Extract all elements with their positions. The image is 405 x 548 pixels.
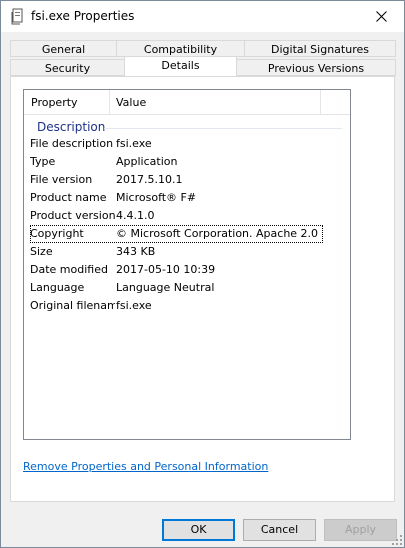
apply-button[interactable]: Apply — [324, 519, 397, 541]
tab-details[interactable]: Details — [124, 56, 237, 76]
list-item[interactable]: Date modified 2017-05-10 10:39 — [30, 261, 323, 279]
tab-compatibility[interactable]: Compatibility — [116, 40, 245, 57]
list-item[interactable]: File version 2017.5.10.1 — [30, 171, 323, 189]
details-list[interactable]: Property Value Description File descript… — [23, 89, 351, 440]
list-item[interactable]: File description fsi.exe — [30, 135, 323, 153]
list-item[interactable]: Size 343 KB — [30, 243, 323, 261]
property-value: © Microsoft Corporation. Apache 2.0 Li..… — [116, 227, 321, 240]
property-key: Product name — [30, 191, 107, 204]
list-item[interactable]: Language Language Neutral — [30, 279, 323, 297]
property-key: File version — [30, 173, 93, 186]
list-item[interactable]: Original filename fsi.exe — [30, 297, 323, 315]
dialog-body: General Compatibility Digital Signatures… — [1, 32, 404, 547]
property-value: Microsoft® F# — [116, 191, 197, 204]
property-key: File description — [30, 137, 114, 150]
property-value: 343 KB — [116, 245, 156, 258]
details-panel: Property Value Description File descript… — [10, 76, 395, 502]
property-value: Language Neutral — [116, 281, 215, 294]
property-value: 2017-05-10 10:39 — [116, 263, 216, 276]
property-key: Copyright — [30, 227, 84, 240]
cancel-button[interactable]: Cancel — [243, 519, 316, 541]
tab-previous-versions[interactable]: Previous Versions — [236, 59, 396, 76]
close-button[interactable] — [358, 1, 404, 32]
column-divider[interactable] — [320, 90, 321, 114]
property-value: fsi.exe — [116, 299, 152, 312]
list-item[interactable]: Product name Microsoft® F# — [30, 189, 323, 207]
tab-security[interactable]: Security — [10, 59, 125, 76]
property-key: Language — [30, 281, 85, 294]
resize-grip-icon[interactable] — [392, 535, 402, 545]
list-header: Property Value — [24, 90, 350, 115]
tab-digital-signatures[interactable]: Digital Signatures — [244, 40, 396, 57]
column-divider[interactable] — [109, 90, 110, 114]
property-key: Date modified — [30, 263, 108, 276]
column-property[interactable]: Property — [31, 96, 78, 109]
property-value: 2017.5.10.1 — [116, 173, 183, 186]
group-header-description[interactable]: Description — [37, 120, 105, 134]
property-value: Application — [116, 155, 178, 168]
property-key: Type — [30, 155, 56, 168]
list-item[interactable]: Product version 4.4.1.0 — [30, 207, 323, 225]
properties-dialog: fsi.exe Properties General Compatibility… — [0, 0, 405, 548]
close-icon — [375, 11, 387, 22]
file-app-icon — [10, 8, 24, 26]
property-key: Original filename — [30, 299, 115, 312]
column-value[interactable]: Value — [116, 96, 146, 109]
remove-properties-link[interactable]: Remove Properties and Personal Informati… — [23, 460, 268, 473]
property-key: Product version — [30, 209, 115, 222]
property-value: 4.4.1.0 — [116, 209, 155, 222]
ok-button[interactable]: OK — [162, 519, 235, 541]
list-item[interactable]: Type Application — [30, 153, 323, 171]
property-value: fsi.exe — [116, 137, 152, 150]
list-item-focused[interactable]: Copyright © Microsoft Corporation. Apach… — [30, 225, 323, 243]
window-title: fsi.exe Properties — [31, 9, 135, 23]
title-bar: fsi.exe Properties — [1, 1, 404, 32]
property-key: Size — [30, 245, 53, 258]
tab-general[interactable]: General — [10, 40, 117, 57]
group-divider — [104, 128, 342, 129]
